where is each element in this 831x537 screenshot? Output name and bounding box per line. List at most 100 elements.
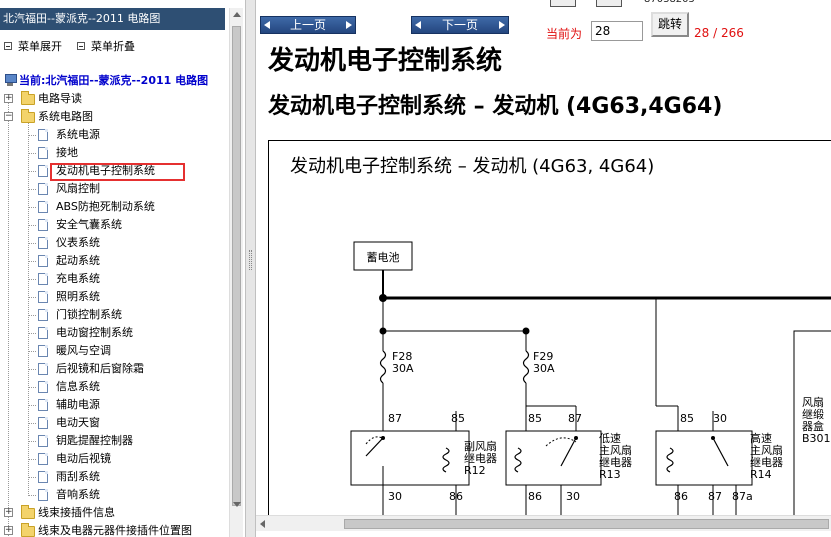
tree-item-label: 钥匙提醒控制器	[56, 434, 133, 447]
tree-item[interactable]: 安全气囊系统	[24, 217, 204, 233]
arrow-right-icon	[498, 21, 505, 29]
tree-connector	[28, 459, 36, 460]
relay2-line2: 主风扇	[599, 443, 632, 457]
tree-item[interactable]: 信息系统	[24, 379, 204, 395]
tree-node-label: 系统电路图	[38, 110, 93, 123]
box-line1: 风扇	[802, 395, 824, 409]
tree-item-label: 安全气囊系统	[56, 218, 122, 231]
fuse-symbol	[379, 350, 387, 384]
horizontal-scrollbar[interactable]	[256, 515, 831, 531]
tree-item-label: 信息系统	[56, 380, 100, 393]
tree-item-label: 电动天窗	[56, 416, 100, 429]
relay3-code: R14	[750, 468, 772, 481]
tree-item[interactable]: 电动天窗	[24, 415, 204, 431]
document-icon	[38, 435, 48, 447]
tree-item[interactable]: 后视镜和后窗除霜	[24, 361, 204, 377]
relay3-line2: 主风扇	[750, 443, 783, 457]
arrow-left-icon	[264, 21, 270, 29]
tree-item[interactable]: 照明系统	[24, 289, 204, 305]
document-icon	[38, 183, 48, 195]
tree-item[interactable]: 音响系统	[24, 487, 204, 503]
toolbar-button[interactable]	[596, 0, 622, 7]
tree-item[interactable]: 电动后视镜	[24, 451, 204, 467]
previous-page-button[interactable]: 上一页	[260, 16, 356, 34]
scrollbar-thumb[interactable]	[232, 26, 241, 506]
relay3-pin-85: 85	[680, 412, 694, 425]
scroll-up-arrow-icon[interactable]	[233, 12, 241, 17]
tree-connector	[28, 333, 36, 334]
tree-item[interactable]: 起动系统	[24, 253, 204, 269]
current-location[interactable]: 当前:北汽福田--蒙派克--2011 电路图	[4, 72, 208, 88]
tree-item[interactable]: 电动窗控制系统	[24, 325, 204, 341]
scroll-left-arrow-icon[interactable]	[260, 520, 265, 528]
tree-item-label: 暖风与空调	[56, 344, 111, 357]
document-icon	[38, 309, 48, 321]
tree-node-label: 线束接插件信息	[38, 506, 115, 519]
document-icon	[38, 165, 48, 177]
scrollbar-thumb[interactable]	[344, 519, 829, 529]
fuse1-rating: 30A	[392, 362, 414, 375]
tree-item[interactable]: 充电系统	[24, 271, 204, 287]
tree-item-label: 仪表系统	[56, 236, 100, 249]
tree-node-harness-location[interactable]: + 线束及电器元器件接插件位置图	[4, 523, 224, 537]
splitter-grip[interactable]	[249, 250, 252, 270]
tree-item[interactable]: 风扇控制	[24, 181, 204, 197]
tree-item[interactable]: ABS防抱死制动系统	[24, 199, 204, 215]
relay3-line1: 高速	[750, 431, 772, 445]
scroll-down-arrow-icon[interactable]	[233, 502, 241, 507]
arrow-left-icon	[415, 21, 421, 29]
wiring-diagram: 蓄电池 F28 30A F29 30A 87 85 副风扇 继电器 R12 30…	[350, 241, 831, 516]
document-icon	[38, 327, 48, 339]
tree-node-harness-connector-info[interactable]: + 线束接插件信息	[4, 505, 204, 521]
tree-item[interactable]: 暖风与空调	[24, 343, 204, 359]
folder-icon	[21, 523, 35, 537]
next-page-button[interactable]: 下一页	[411, 16, 509, 34]
page-navigation-bar: 上一页 下一页 87038205 当前为 跳转 28 / 266	[256, 0, 831, 46]
document-icon	[38, 345, 48, 357]
tree-connector	[28, 297, 36, 298]
folder-icon	[21, 91, 35, 105]
tree-node-circuit-guide[interactable]: + 电路导读	[4, 91, 204, 107]
tree-connector	[28, 279, 36, 280]
document-viewer: 上一页 下一页 87038205 当前为 跳转 28 / 266 发动机电子控制…	[256, 0, 831, 537]
toolbar-button[interactable]	[550, 0, 576, 7]
tree-item[interactable]: 雨刮系统	[24, 469, 204, 485]
tree-connector	[8, 96, 9, 536]
document-code: 87038205	[644, 0, 695, 5]
document-icon	[38, 237, 48, 249]
document-icon	[38, 219, 48, 231]
expand-icon[interactable]: +	[4, 526, 13, 535]
app-window: 北汽福田--蒙派克--2011 电路图 菜单展开 菜单折叠 当前:北汽福田--蒙…	[0, 0, 831, 537]
collapse-menu-button[interactable]: 菜单折叠	[77, 38, 135, 54]
tree-item-label: 充电系统	[56, 272, 100, 285]
expand-icon[interactable]: +	[4, 508, 13, 517]
tree-item-label: 照明系统	[56, 290, 100, 303]
document-icon	[38, 453, 48, 465]
tree-node-system-diagrams[interactable]: − 系统电路图	[4, 109, 204, 125]
collapse-icon[interactable]: −	[4, 112, 13, 121]
tree-item[interactable]: 系统电源	[24, 127, 204, 143]
tree-item[interactable]: 门锁控制系统	[24, 307, 204, 323]
left-pane-scrollbar[interactable]	[229, 8, 243, 537]
jump-button[interactable]: 跳转	[651, 12, 689, 37]
relay1-pin-30: 30	[388, 490, 402, 503]
tree-connector	[28, 261, 36, 262]
expand-menu-label: 菜单展开	[18, 40, 62, 53]
expand-icon[interactable]: +	[4, 94, 13, 103]
document-icon	[38, 471, 48, 483]
tree-item[interactable]: 仪表系统	[24, 235, 204, 251]
contact	[711, 436, 715, 440]
pane-splitter[interactable]	[245, 0, 256, 537]
current-location-label: 当前:北汽福田--蒙派克--2011 电路图	[19, 74, 209, 87]
expand-menu-button[interactable]: 菜单展开	[4, 38, 62, 54]
tree-connector	[28, 135, 36, 136]
tree-connector	[28, 225, 36, 226]
document-icon	[38, 129, 48, 141]
tree-item[interactable]: 钥匙提醒控制器	[24, 433, 204, 449]
tree-item[interactable]: 辅助电源	[24, 397, 204, 413]
page-number-input[interactable]	[591, 21, 643, 41]
tree-item-label: 后视镜和后窗除霜	[56, 362, 144, 375]
relay3-pin-87: 87	[708, 490, 722, 503]
next-page-label: 下一页	[441, 18, 478, 32]
tree-item[interactable]: 接地	[24, 145, 204, 161]
